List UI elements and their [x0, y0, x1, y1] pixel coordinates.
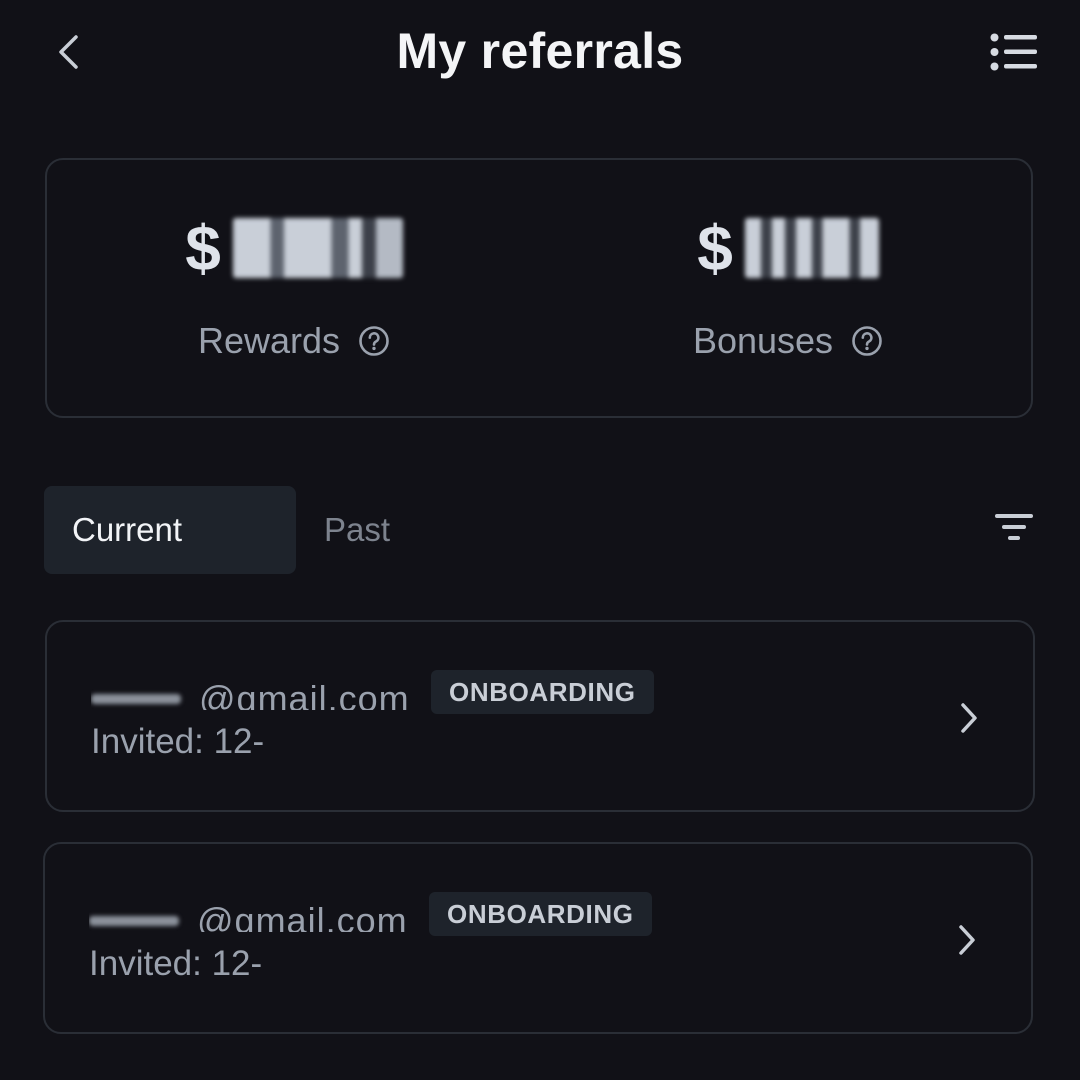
referral-card[interactable]: @gmail.com ONBOARDING Invited: 12- [43, 842, 1033, 1034]
tab-past[interactable]: Past [296, 486, 390, 574]
filter-button[interactable] [986, 504, 1042, 550]
question-circle-icon [852, 326, 882, 356]
invited-date: Invited: 12- [91, 722, 265, 761]
list-icon [990, 33, 1037, 71]
email-name-redacted [91, 694, 181, 704]
bonuses-stat: $ Bonuses [541, 160, 1035, 416]
chevron-right-icon [961, 703, 977, 733]
rewards-label-row: Rewards [47, 320, 541, 362]
rewards-label: Rewards [197, 320, 341, 361]
bonuses-currency: $ [697, 212, 733, 284]
chevron-right-icon [959, 925, 975, 955]
referral-card[interactable]: @gmail.com ONBOARDING Invited: 12- [45, 620, 1035, 812]
top-bar: My referrals [0, 0, 1080, 110]
open-referral-button[interactable] [951, 920, 983, 960]
bonuses-label: Bonuses [692, 320, 834, 361]
menu-button[interactable] [984, 28, 1044, 76]
page-title: My referrals [396, 23, 684, 79]
email-name-redacted [89, 916, 179, 926]
rewards-currency: $ [185, 212, 221, 284]
email-domain: @gmail.com [199, 678, 410, 710]
rewards-amount: $ [47, 208, 541, 288]
rewards-value-redacted [232, 218, 403, 278]
status-badge: ONBOARDING [429, 892, 652, 936]
tab-current[interactable]: Current [44, 486, 296, 574]
bonuses-value-redacted [744, 218, 879, 278]
email-domain: @gmail.com [197, 900, 408, 932]
question-circle-icon [359, 326, 389, 356]
open-referral-button[interactable] [953, 698, 985, 738]
bonuses-help-button[interactable] [851, 325, 883, 357]
rewards-stat: $ Rewards [47, 160, 541, 416]
rewards-help-button[interactable] [358, 325, 390, 357]
referral-email: @gmail.com [89, 892, 429, 932]
referral-tabs: Current Past [44, 486, 390, 574]
filter-icon [995, 514, 1033, 540]
status-badge: ONBOARDING [431, 670, 654, 714]
invited-date: Invited: 12- [89, 944, 263, 983]
earnings-summary-card: $ Rewards $ Bonuses [45, 158, 1033, 418]
bonuses-label-row: Bonuses [541, 320, 1035, 362]
bonuses-amount: $ [541, 208, 1035, 288]
referral-email: @gmail.com [91, 670, 431, 710]
